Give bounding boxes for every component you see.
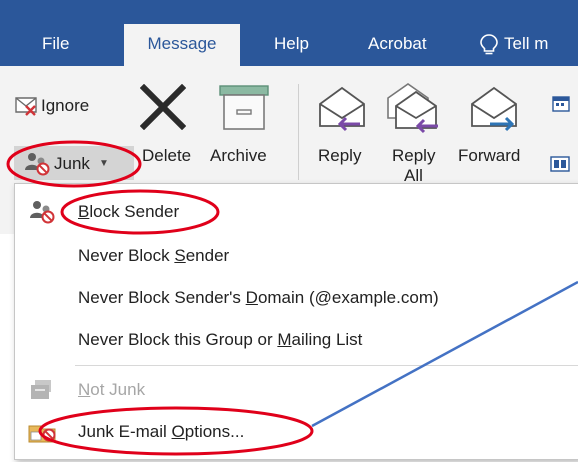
forward-button[interactable]: Forward bbox=[456, 78, 534, 184]
delete-icon bbox=[140, 84, 186, 130]
menu-item-block-sender[interactable]: Block Sender bbox=[15, 190, 578, 234]
menu-item-label: Junk E-mail Options... bbox=[78, 422, 245, 441]
tab-acrobat[interactable]: Acrobat bbox=[368, 24, 427, 66]
menu-separator bbox=[75, 365, 578, 366]
tab-help[interactable]: Help bbox=[274, 24, 309, 66]
reply-icon bbox=[319, 86, 365, 132]
ribbon-tab-bar: File Message Help Acrobat Tell m bbox=[0, 0, 578, 66]
menu-item-label: Never Block Sender bbox=[78, 246, 230, 265]
lightbulb-icon bbox=[480, 34, 498, 55]
forward-icon bbox=[471, 86, 517, 132]
delete-button[interactable]: Delete bbox=[126, 78, 206, 184]
menu-item-label: Never Block this Group or Mailing List bbox=[78, 330, 363, 349]
ribbon-group-divider bbox=[298, 84, 299, 180]
block-sender-icon bbox=[30, 201, 55, 224]
menu-item-junk-email-options[interactable]: Junk E-mail Options... bbox=[15, 410, 578, 454]
tab-message[interactable]: Message bbox=[124, 24, 240, 66]
ignore-label: Ignore bbox=[41, 96, 90, 115]
not-junk-icon bbox=[31, 380, 51, 399]
menu-item-never-block-sender[interactable]: Never Block Sender bbox=[15, 234, 578, 278]
reply-all-icon bbox=[387, 83, 438, 134]
menu-item-not-junk: Not Junk bbox=[15, 368, 578, 412]
reply-label: Reply bbox=[318, 146, 362, 165]
forward-label: Forward bbox=[458, 146, 521, 165]
chevron-down-icon: ▼ bbox=[99, 158, 109, 169]
ignore-icon bbox=[15, 97, 37, 116]
meeting-icon[interactable] bbox=[552, 95, 572, 113]
junk-dropdown-menu: Block Sender Never Block Sender Never Bl… bbox=[14, 183, 578, 460]
reply-button[interactable]: Reply bbox=[308, 78, 376, 184]
archive-icon bbox=[219, 85, 269, 130]
reply-all-button[interactable]: Reply All bbox=[380, 78, 452, 185]
menu-item-label: Block Sender bbox=[78, 202, 180, 221]
junk-button[interactable]: Junk ▼ bbox=[14, 146, 134, 180]
junk-icon bbox=[25, 153, 50, 176]
ignore-button[interactable]: Ignore bbox=[12, 90, 120, 122]
delete-label: Delete bbox=[142, 146, 192, 165]
menu-item-never-block-domain[interactable]: Never Block Sender's Domain (@example.co… bbox=[15, 276, 578, 320]
tab-file[interactable]: File bbox=[42, 24, 69, 66]
reply-all-label-line1: Reply bbox=[392, 146, 436, 165]
archive-button[interactable]: Archive bbox=[206, 78, 286, 184]
archive-label: Archive bbox=[210, 146, 267, 165]
im-icon[interactable] bbox=[550, 154, 572, 174]
menu-item-never-block-group[interactable]: Never Block this Group or Mailing List bbox=[15, 318, 578, 362]
junk-label: Junk bbox=[54, 154, 90, 173]
junk-options-icon bbox=[28, 425, 56, 443]
menu-item-label: Never Block Sender's Domain (@example.co… bbox=[78, 288, 439, 307]
tell-me-label: Tell m bbox=[504, 34, 549, 53]
menu-item-label: Not Junk bbox=[78, 380, 146, 399]
